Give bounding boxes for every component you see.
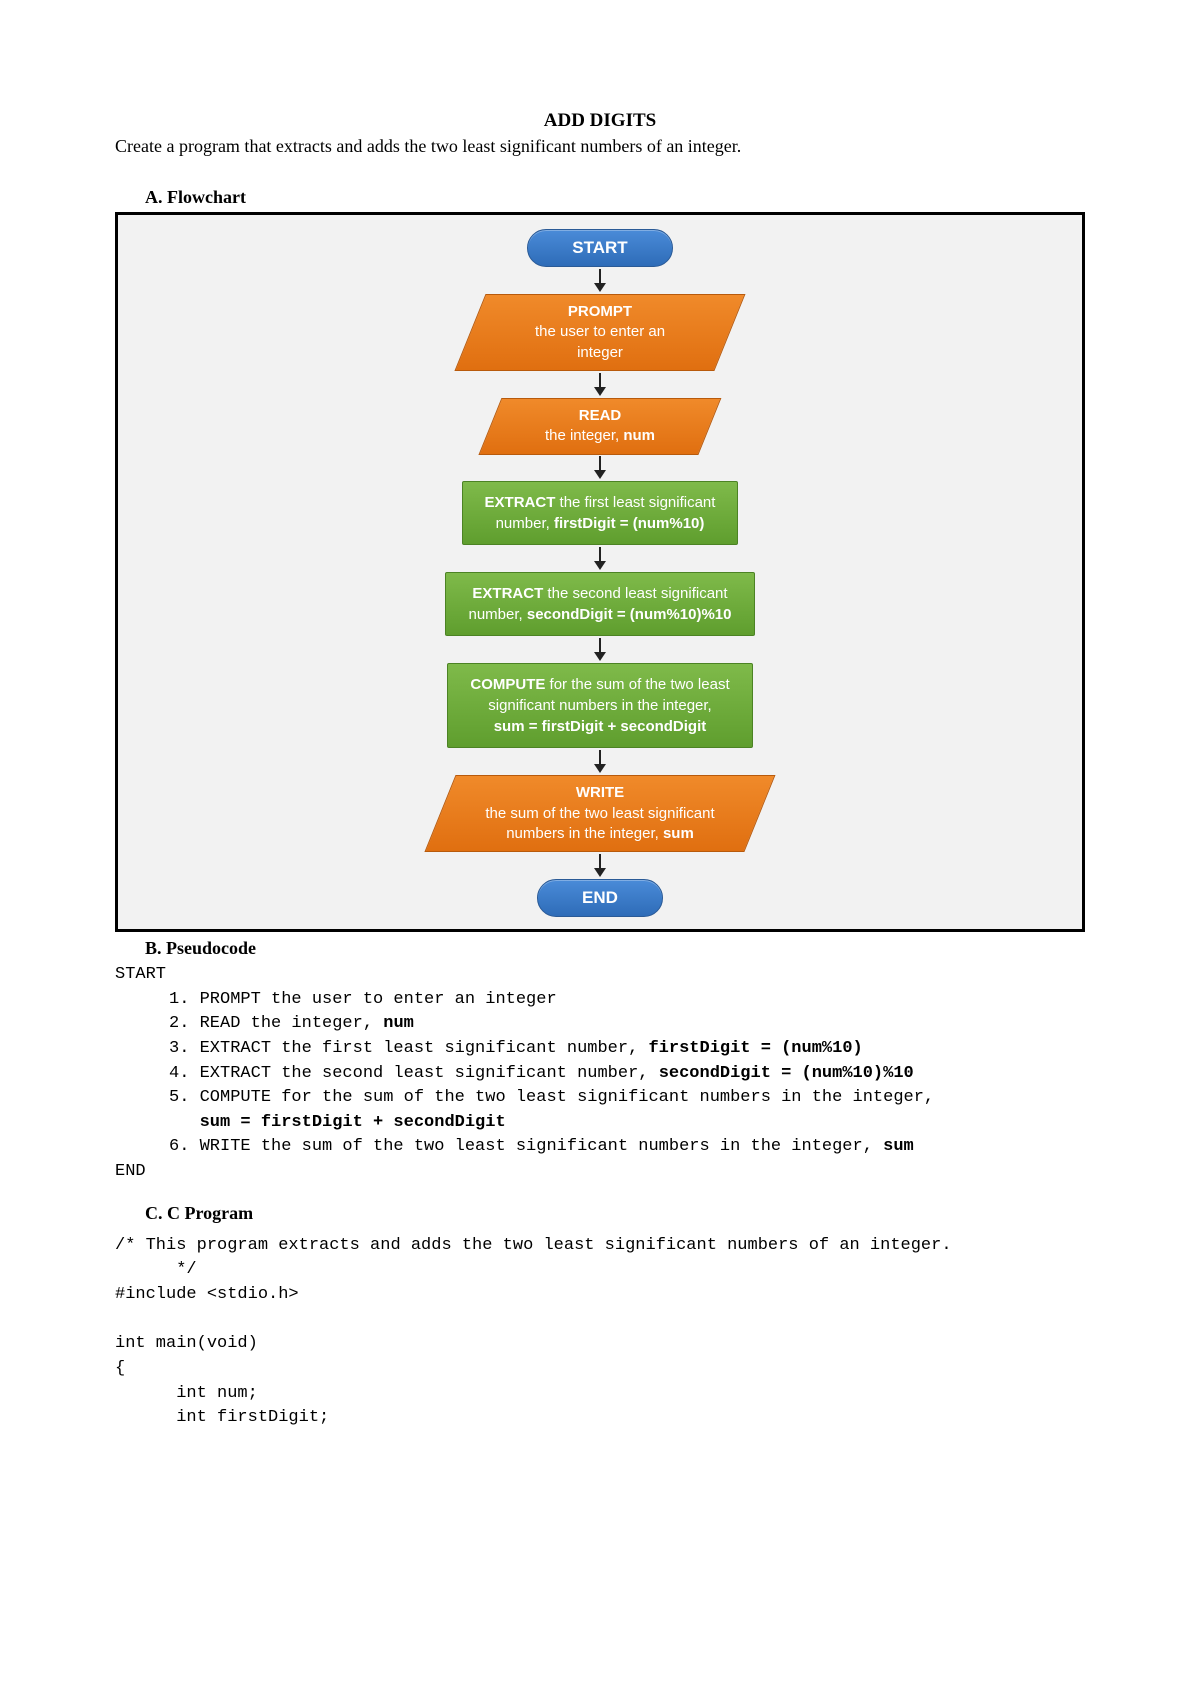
flow-ext1-d: firstDigit = (num%10) bbox=[554, 515, 704, 532]
flow-ext1-a: EXTRACT bbox=[485, 494, 556, 511]
pseudo-start: START bbox=[115, 965, 166, 984]
pseudo-l3b: firstDigit = (num%10) bbox=[648, 1039, 862, 1058]
pseudo-end: END bbox=[115, 1162, 146, 1181]
flow-read-sub-b: num bbox=[623, 427, 655, 444]
c-l5: int main(void) bbox=[115, 1334, 258, 1353]
flow-comp-d: sum = firstDigit + secondDigit bbox=[494, 718, 707, 735]
flow-start-terminal: START bbox=[527, 229, 672, 267]
flow-ext2-c: number, bbox=[468, 606, 526, 623]
flow-write-title: WRITE bbox=[576, 784, 624, 801]
flow-arrow bbox=[594, 638, 606, 661]
pseudo-l1: 1. PROMPT the user to enter an integer bbox=[169, 990, 557, 1009]
c-l6: { bbox=[115, 1359, 125, 1378]
pseudo-l6a: 6. WRITE the sum of the two least signif… bbox=[169, 1137, 883, 1156]
flow-ext1-c: number, bbox=[496, 515, 554, 532]
flow-arrow bbox=[594, 854, 606, 877]
flow-prompt-sub: the user to enter an integer bbox=[535, 323, 665, 360]
c-l2: */ bbox=[115, 1260, 197, 1279]
pseudo-l3a: 3. EXTRACT the first least significant n… bbox=[169, 1039, 648, 1058]
flow-extract2-proc: EXTRACT the second least significant num… bbox=[445, 572, 754, 636]
flow-arrow bbox=[594, 750, 606, 773]
pseudo-l4b: secondDigit = (num%10)%10 bbox=[659, 1064, 914, 1083]
flow-prompt-io: PROMPT the user to enter an integer bbox=[470, 294, 730, 371]
flowchart-container: START PROMPT the user to enter an intege… bbox=[115, 212, 1085, 932]
section-b-label: B. Pseudocode bbox=[145, 938, 1085, 959]
flow-extract1-proc: EXTRACT the first least significant numb… bbox=[462, 481, 739, 545]
flow-write-sub2-pre: numbers in the integer, bbox=[506, 825, 663, 842]
c-l3: #include <stdio.h> bbox=[115, 1285, 299, 1304]
flow-ext2-b: the second least significant bbox=[543, 585, 727, 602]
flow-read-title: READ bbox=[579, 407, 622, 424]
instruction-text: Create a program that extracts and adds … bbox=[115, 136, 1085, 157]
flow-read-sub-pre: the integer, bbox=[545, 427, 623, 444]
flow-ext1-b: the first least significant bbox=[555, 494, 715, 511]
page-title: ADD DIGITS bbox=[115, 110, 1085, 132]
flow-comp-b: for the sum of the two least bbox=[545, 676, 729, 693]
pseudo-l5a: 5. COMPUTE for the sum of the two least … bbox=[169, 1088, 934, 1107]
flow-comp-a: COMPUTE bbox=[470, 676, 545, 693]
flow-arrow bbox=[594, 547, 606, 570]
c-l1: /* This program extracts and adds the tw… bbox=[115, 1236, 952, 1255]
flow-ext2-d: secondDigit = (num%10)%10 bbox=[527, 606, 732, 623]
pseudo-l6b: sum bbox=[883, 1137, 914, 1156]
flow-prompt-title: PROMPT bbox=[568, 303, 632, 320]
flow-write-sub1: the sum of the two least significant bbox=[485, 805, 714, 822]
flow-read-io: READ the integer, num bbox=[490, 398, 710, 455]
flow-write-sub2-b: sum bbox=[663, 825, 694, 842]
pseudocode-block: START 1. PROMPT the user to enter an int… bbox=[115, 963, 1085, 1185]
pseudo-l2b: num bbox=[383, 1014, 414, 1033]
c-l7: int num; bbox=[115, 1384, 258, 1403]
flow-arrow bbox=[594, 456, 606, 479]
pseudo-l5b: sum = firstDigit + secondDigit bbox=[169, 1113, 506, 1132]
c-program-block: /* This program extracts and adds the tw… bbox=[115, 1234, 1085, 1431]
flow-compute-proc: COMPUTE for the sum of the two least sig… bbox=[447, 663, 752, 748]
section-a-label: A. Flowchart bbox=[145, 187, 1085, 208]
c-l8: int firstDigit; bbox=[115, 1408, 329, 1427]
flow-arrow bbox=[594, 269, 606, 292]
flow-ext2-a: EXTRACT bbox=[472, 585, 543, 602]
flow-arrow bbox=[594, 373, 606, 396]
flow-end-terminal: END bbox=[537, 879, 663, 917]
flow-comp-c: significant numbers in the integer, bbox=[488, 697, 711, 714]
pseudo-l4a: 4. EXTRACT the second least significant … bbox=[169, 1064, 659, 1083]
section-c-label: C. C Program bbox=[145, 1203, 1085, 1224]
pseudo-l2a: 2. READ the integer, bbox=[169, 1014, 383, 1033]
flow-write-io: WRITE the sum of the two least significa… bbox=[440, 775, 760, 852]
